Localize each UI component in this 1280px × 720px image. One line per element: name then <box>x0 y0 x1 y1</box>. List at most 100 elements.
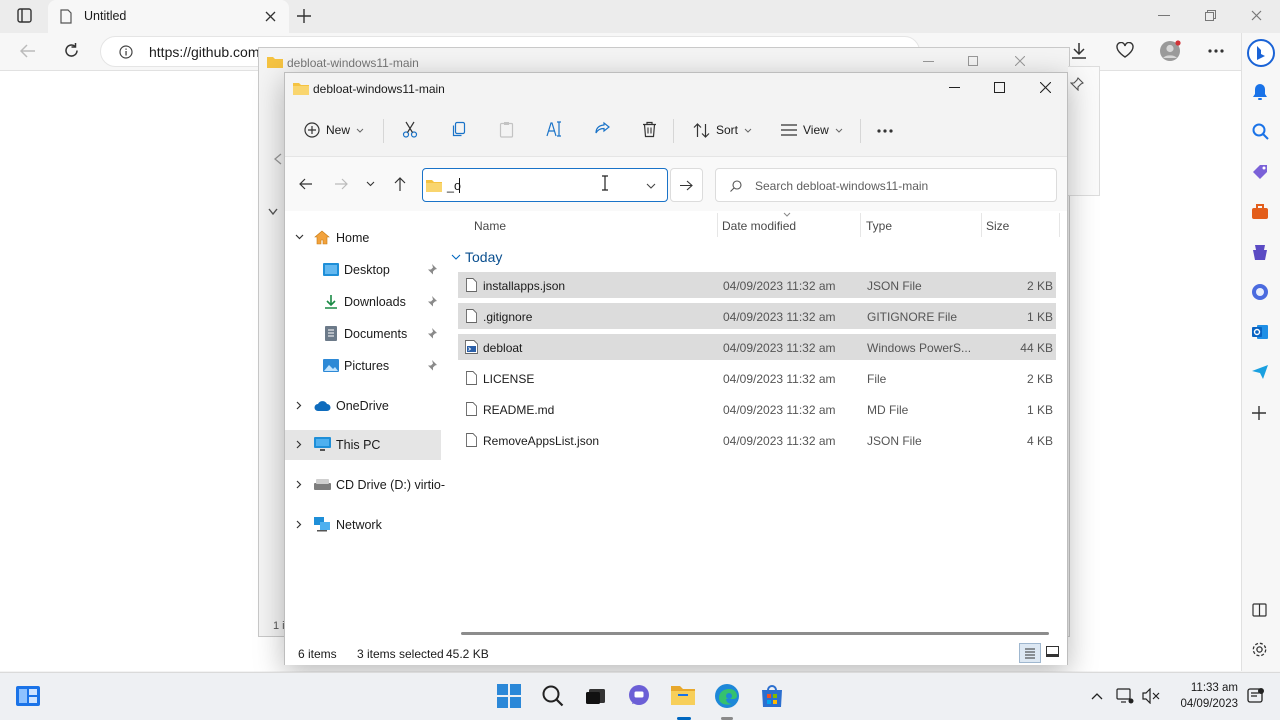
pin-icon <box>427 296 437 307</box>
file-size: 44 KB <box>1020 341 1053 355</box>
column-header-date-modified[interactable]: Date modified <box>722 220 796 232</box>
file-type: JSON File <box>867 434 922 448</box>
nav-item-documents[interactable]: Documents <box>285 319 441 349</box>
nav-item-onedrive[interactable]: OneDrive <box>285 391 441 421</box>
profile-avatar[interactable] <box>1159 40 1181 62</box>
details-view-button[interactable] <box>1019 643 1041 663</box>
file-row[interactable]: README.md 04/09/2023 11:32 am MD File 1 … <box>458 396 1056 422</box>
cut-icon[interactable] <box>402 121 418 138</box>
sort-button[interactable]: Sort <box>693 115 752 145</box>
more-icon[interactable] <box>1208 49 1224 53</box>
recent-locations-icon[interactable] <box>366 181 375 187</box>
file-row[interactable]: .gitignore 04/09/2023 11:32 am GITIGNORE… <box>458 303 1056 329</box>
refresh-icon[interactable] <box>63 42 80 59</box>
tools-icon[interactable] <box>1251 204 1269 220</box>
share-icon[interactable] <box>594 121 611 137</box>
search-input[interactable]: Search debloat-windows11-main <box>715 168 1057 202</box>
back-close-icon[interactable] <box>1015 56 1025 66</box>
go-button[interactable] <box>670 168 703 202</box>
forward-icon[interactable] <box>334 178 348 190</box>
clock-date[interactable]: 04/09/2023 <box>1176 698 1238 711</box>
column-header-type[interactable]: Type <box>866 220 892 232</box>
shopping-icon[interactable] <box>1251 163 1269 181</box>
nav-item-this-pc[interactable]: This PC <box>285 430 441 460</box>
tab-actions-icon[interactable] <box>17 8 32 23</box>
column-header-name[interactable]: Name <box>474 220 506 232</box>
paste-icon[interactable] <box>499 121 514 138</box>
file-size: 1 KB <box>1026 403 1053 417</box>
network-status-icon[interactable] <box>1116 688 1134 704</box>
teams-chat-icon[interactable] <box>626 683 654 711</box>
edge-icon[interactable] <box>714 683 742 711</box>
add-sidebar-icon[interactable] <box>1252 406 1266 420</box>
search-icon[interactable] <box>1252 123 1269 140</box>
back-maximize-icon[interactable] <box>968 56 978 66</box>
file-explorer-taskbar-icon[interactable] <box>670 683 698 711</box>
chevron-down-icon[interactable] <box>646 183 656 189</box>
notification-center-icon[interactable] <box>1247 687 1265 705</box>
file-row[interactable]: RemoveAppsList.json 04/09/2023 11:32 am … <box>458 427 1056 453</box>
horizontal-scrollbar[interactable] <box>461 632 1049 635</box>
volume-muted-icon[interactable] <box>1142 688 1160 704</box>
copy-icon[interactable] <box>451 121 467 138</box>
split-screen-icon[interactable] <box>1252 603 1267 617</box>
file-row[interactable]: debloat 04/09/2023 11:32 am Windows Powe… <box>458 334 1056 360</box>
browser-tab[interactable]: Untitled <box>48 0 289 33</box>
drop-icon[interactable] <box>1251 364 1269 380</box>
restore-icon[interactable] <box>1205 10 1216 21</box>
nav-item-downloads[interactable]: Downloads <box>285 287 441 317</box>
column-separator[interactable] <box>860 213 861 237</box>
tiles-view-button[interactable] <box>1046 646 1059 658</box>
column-separator[interactable] <box>1059 213 1060 237</box>
settings-icon[interactable] <box>1251 641 1268 658</box>
task-view-icon[interactable] <box>583 683 611 711</box>
performance-icon[interactable] <box>1116 42 1134 58</box>
pin-icon[interactable] <box>1070 77 1084 91</box>
see-more-icon[interactable] <box>877 129 893 133</box>
downloads-icon[interactable] <box>1071 42 1087 59</box>
back-icon[interactable] <box>20 44 36 58</box>
bing-chat-icon[interactable] <box>1246 38 1276 68</box>
file-icon <box>466 433 477 447</box>
show-hidden-icons[interactable] <box>1091 692 1103 700</box>
new-tab-icon[interactable] <box>296 8 312 24</box>
info-icon[interactable] <box>119 45 133 59</box>
nav-item-home[interactable]: Home <box>285 223 441 253</box>
nav-item-desktop[interactable]: Desktop <box>285 255 441 285</box>
minimize-icon[interactable] <box>949 87 960 89</box>
microsoft365-icon[interactable] <box>1251 283 1269 301</box>
new-button[interactable]: New <box>304 115 364 145</box>
close-tab-icon[interactable] <box>265 11 276 22</box>
group-header-today[interactable]: Today <box>449 247 569 267</box>
maximize-icon[interactable] <box>994 82 1005 93</box>
rename-icon[interactable] <box>546 121 563 137</box>
minimize-icon[interactable] <box>1158 15 1170 17</box>
column-separator[interactable] <box>717 213 718 237</box>
back-icon[interactable] <box>299 178 313 190</box>
window-title: debloat-windows11-main <box>313 82 445 96</box>
notifications-icon[interactable] <box>1252 83 1268 101</box>
nav-item-pictures[interactable]: Pictures <box>285 351 441 381</box>
nav-item-cd-drive[interactable]: CD Drive (D:) virtio- <box>285 470 445 500</box>
download-icon <box>325 294 337 309</box>
store-icon[interactable] <box>759 683 787 711</box>
file-row[interactable]: LICENSE 04/09/2023 11:32 am File 2 KB <box>458 365 1056 391</box>
search-icon[interactable] <box>540 683 568 711</box>
column-separator[interactable] <box>981 213 982 237</box>
start-button[interactable] <box>496 683 524 711</box>
close-window-icon[interactable] <box>1251 10 1262 21</box>
delete-icon[interactable] <box>642 121 657 138</box>
file-row[interactable]: installapps.json 04/09/2023 11:32 am JSO… <box>458 272 1056 298</box>
address-input[interactable]: _o <box>422 168 668 202</box>
page-icon <box>60 9 72 24</box>
outlook-icon[interactable] <box>1251 323 1269 341</box>
clock-time[interactable]: 11:33 am <box>1176 682 1238 695</box>
nav-item-network[interactable]: Network <box>285 510 441 540</box>
close-icon[interactable] <box>1040 82 1051 93</box>
widgets-icon[interactable] <box>15 685 41 707</box>
column-header-size[interactable]: Size <box>986 220 1009 232</box>
games-icon[interactable] <box>1251 243 1269 261</box>
up-icon[interactable] <box>394 177 406 191</box>
view-button[interactable]: View <box>781 115 843 145</box>
back-minimize-icon[interactable] <box>923 61 934 63</box>
